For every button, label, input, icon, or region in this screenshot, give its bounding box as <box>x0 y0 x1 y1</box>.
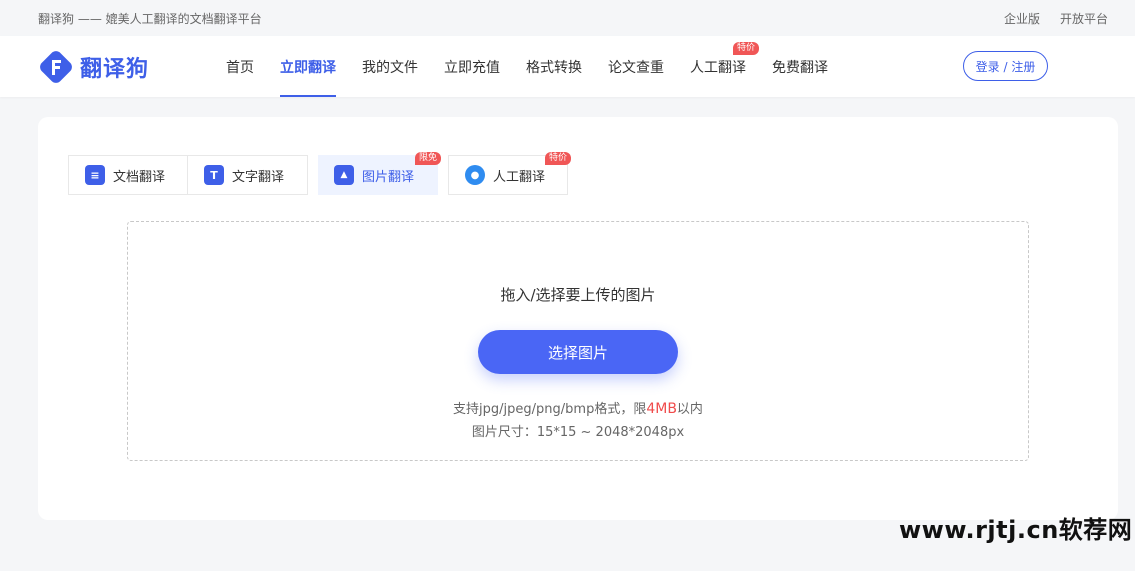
nav-label: 首页 <box>226 59 254 76</box>
main-header: 翻译狗 首页 立即翻译 我的文件 立即充值 格式转换 论文查重 人工翻译 特价 … <box>0 36 1135 97</box>
limited-free-badge: 限免 <box>414 152 441 165</box>
nav-label: 人工翻译 <box>690 59 746 76</box>
tab-image-translate[interactable]: ▲ 图片翻译 限免 <box>318 152 441 195</box>
nav-translate-now[interactable]: 立即翻译 <box>267 36 349 97</box>
nav-recharge[interactable]: 立即充值 <box>431 36 513 97</box>
choose-image-button[interactable]: 选择图片 <box>478 330 678 374</box>
nav-my-files[interactable]: 我的文件 <box>349 36 431 97</box>
format-hint-suffix: 以内 <box>676 402 703 417</box>
document-icon: ≡ <box>85 165 105 185</box>
nav-label: 论文查重 <box>608 59 664 76</box>
nav-plagiarism-check[interactable]: 论文查重 <box>595 36 677 97</box>
tab-label: 文字翻译 <box>232 169 285 185</box>
top-bar: 翻译狗 —— 媲美人工翻译的文档翻译平台 企业版 开放平台 <box>0 0 1135 36</box>
text-icon: T <box>204 165 224 185</box>
nav-format-convert[interactable]: 格式转换 <box>513 36 595 97</box>
nav-label: 免费翻译 <box>772 59 828 76</box>
format-hint-prefix: 支持jpg/jpeg/png/bmp格式，限 <box>453 402 647 417</box>
main-nav: 首页 立即翻译 我的文件 立即充值 格式转换 论文查重 人工翻译 特价 免费翻译 <box>213 36 841 97</box>
image-icon: ▲ <box>334 165 354 185</box>
special-price-badge: 特价 <box>544 152 571 165</box>
tab-label: 人工翻译 <box>493 169 546 185</box>
login-register-button[interactable]: 登录 / 注册 <box>963 51 1048 81</box>
nav-label: 格式转换 <box>526 59 582 76</box>
nav-label: 我的文件 <box>362 59 418 76</box>
tab-text-translate[interactable]: T 文字翻译 <box>188 155 308 195</box>
tab-document-translate[interactable]: ≡ 文档翻译 <box>68 155 188 195</box>
translate-tabs: ≡ 文档翻译 T 文字翻译 ▲ 图片翻译 限免 ● 人工翻译 特价 <box>68 152 571 195</box>
nav-free-translation[interactable]: 免费翻译 <box>759 36 841 97</box>
logo-text: 翻译狗 <box>80 56 150 82</box>
tab-label: 图片翻译 <box>362 169 415 185</box>
watermark-text: www.rjtj.cn软荐网 <box>899 516 1133 544</box>
special-price-badge: 特价 <box>732 42 759 55</box>
logo-icon <box>38 49 74 85</box>
tab-label: 文档翻译 <box>113 169 166 185</box>
nav-label: 立即翻译 <box>280 59 336 76</box>
dimension-hint: 图片尺寸：15*15 ~ 2048*2048px <box>471 425 685 440</box>
nav-human-translation[interactable]: 人工翻译 特价 <box>677 36 759 97</box>
image-drop-zone[interactable]: 拖入/选择要上传的图片 选择图片 支持jpg/jpeg/png/bmp格式，限4… <box>127 221 1029 461</box>
format-hint: 支持jpg/jpeg/png/bmp格式，限4MB以内 <box>128 398 1028 417</box>
tab-human-translate[interactable]: ● 人工翻译 特价 <box>448 152 571 195</box>
drop-zone-title: 拖入/选择要上传的图片 <box>500 286 656 304</box>
site-slogan: 翻译狗 —— 媲美人工翻译的文档翻译平台 <box>38 11 262 26</box>
logo[interactable]: 翻译狗 <box>38 49 213 85</box>
enterprise-link[interactable]: 企业版 <box>1004 10 1040 27</box>
nav-label: 立即充值 <box>444 59 500 76</box>
chat-icon: ● <box>465 165 485 185</box>
open-platform-link[interactable]: 开放平台 <box>1060 10 1108 27</box>
translate-card: ≡ 文档翻译 T 文字翻译 ▲ 图片翻译 限免 ● 人工翻译 特价 拖入/选择要… <box>38 117 1118 520</box>
size-limit: 4MB <box>646 401 677 417</box>
top-links: 企业版 开放平台 <box>1004 10 1108 27</box>
nav-home[interactable]: 首页 <box>213 36 267 97</box>
